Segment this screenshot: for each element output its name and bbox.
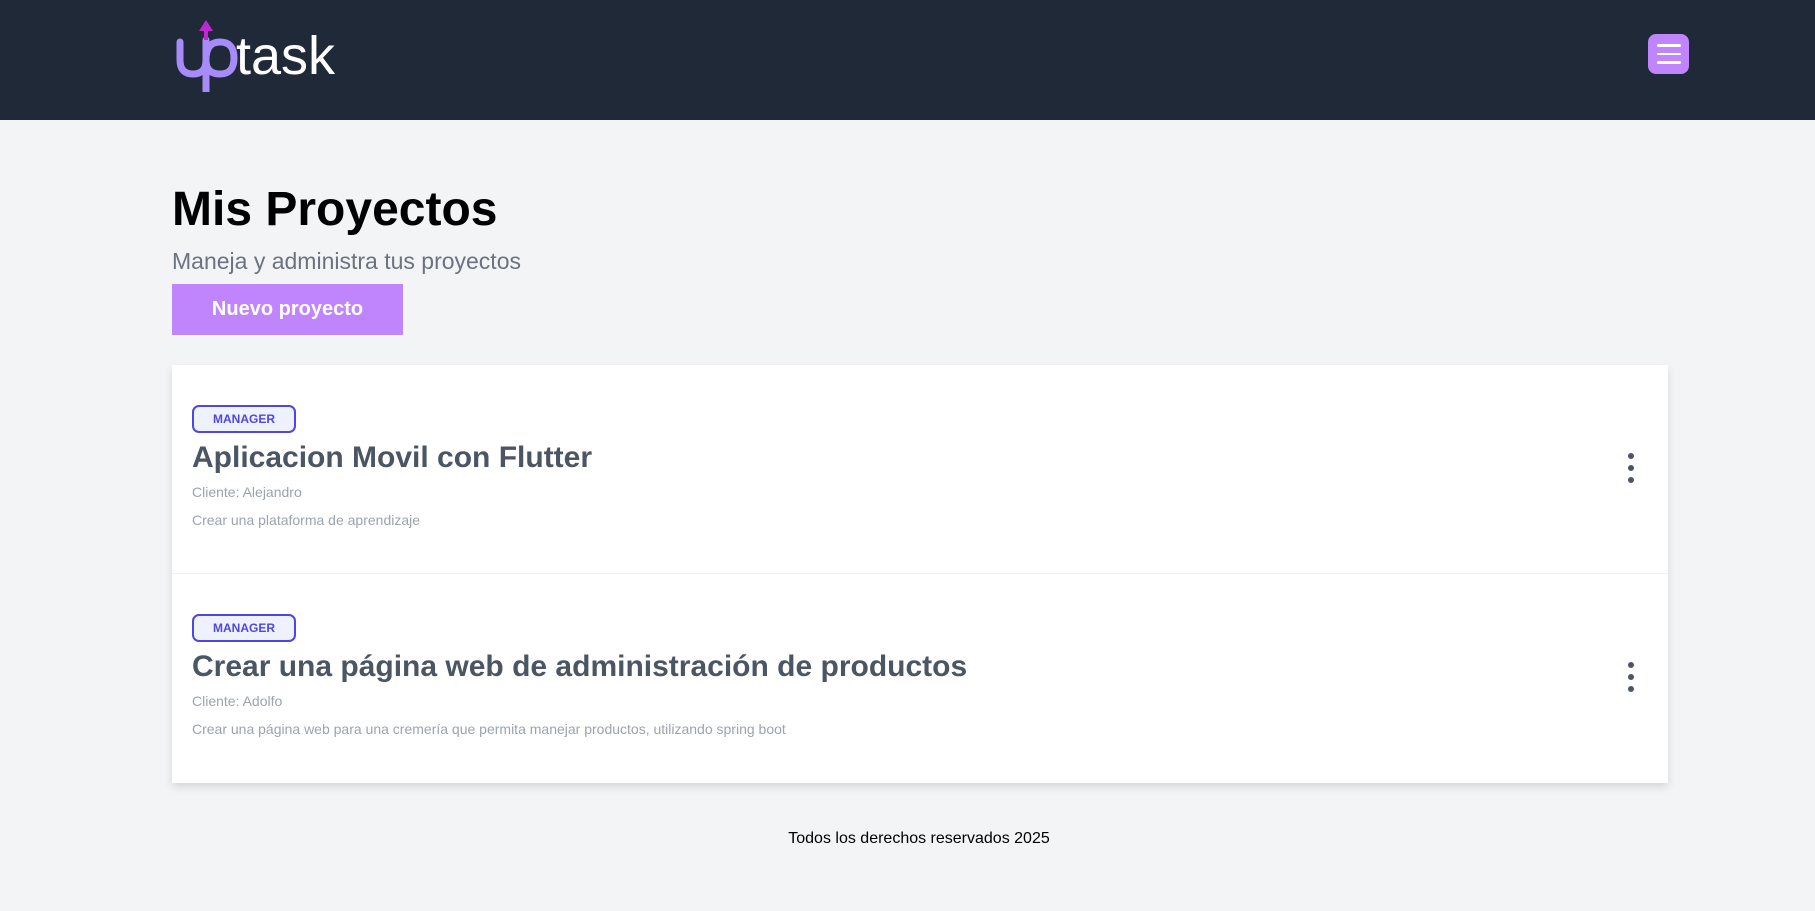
project-list: MANAGER Aplicacion Movil con Flutter Cli… [172, 365, 1668, 783]
menu-button[interactable] [1648, 34, 1689, 74]
role-badge: MANAGER [192, 614, 296, 642]
app-header: task [0, 0, 1815, 120]
project-item: MANAGER Aplicacion Movil con Flutter Cli… [172, 365, 1668, 574]
hamburger-line [1656, 61, 1681, 64]
kebab-dot [1628, 662, 1634, 668]
project-options-icon[interactable] [1624, 662, 1638, 692]
project-description: Crear una plataforma de aprendizaje [192, 512, 421, 528]
page-subtitle: Maneja y administra tus proyectos [172, 248, 521, 274]
kebab-dot [1628, 477, 1634, 483]
project-item: MANAGER Crear una página web de administ… [172, 574, 1668, 783]
uptask-logo[interactable]: task [176, 20, 356, 92]
role-badge: MANAGER [192, 405, 296, 433]
hamburger-line [1656, 52, 1681, 56]
kebab-dot [1628, 453, 1634, 459]
project-title-link[interactable]: Crear una página web de administración d… [192, 648, 1648, 686]
footer-text: Todos los derechos reservados 2025 [788, 830, 1050, 847]
kebab-dot [1628, 465, 1634, 471]
project-client: Cliente: Adolfo [192, 693, 283, 709]
main-content: Mis Proyectos Maneja y administra tus pr… [172, 120, 1668, 783]
project-client: Cliente: Alejandro [192, 484, 302, 500]
new-project-button[interactable]: Nuevo proyecto [172, 284, 403, 335]
hamburger-menu-icon [1656, 44, 1681, 47]
footer: Todos los derechos reservados 2025 [0, 830, 1815, 848]
kebab-dot [1628, 674, 1634, 680]
kebab-dot [1628, 686, 1634, 692]
page-title: Mis Proyectos [172, 183, 498, 236]
logo-text-task: task [236, 26, 336, 86]
project-description: Crear una página web para una cremería q… [192, 721, 786, 737]
project-options-icon[interactable] [1624, 453, 1638, 483]
project-title-link[interactable]: Aplicacion Movil con Flutter [192, 439, 1648, 477]
